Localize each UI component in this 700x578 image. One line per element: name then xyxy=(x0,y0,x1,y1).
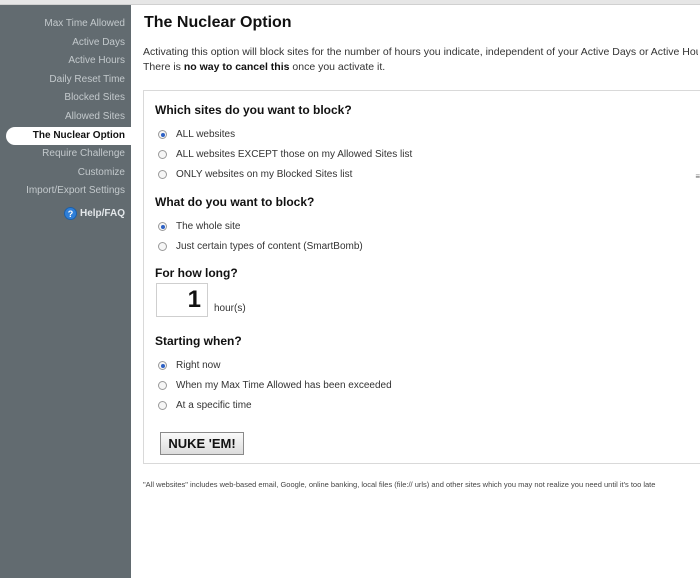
duration-heading: For how long? xyxy=(155,266,238,280)
sidebar-item-customize[interactable]: Customize xyxy=(0,164,131,183)
page-title: The Nuclear Option xyxy=(144,14,292,31)
option-label: ALL websites xyxy=(176,129,236,140)
help-faq-label: Help/FAQ xyxy=(79,208,125,220)
radio-smartbomb[interactable] xyxy=(158,242,167,251)
option-label: Right now xyxy=(176,360,221,371)
what-heading: What do you want to block? xyxy=(155,195,315,209)
help-faq-link[interactable]: ? Help/FAQ xyxy=(0,206,131,220)
settings-sidebar: Max Time Allowed Active Days Active Hour… xyxy=(0,5,131,578)
sidebar-item-allowed-sites[interactable]: Allowed Sites xyxy=(0,108,131,127)
scroll-grip-icon: ≡ xyxy=(695,172,700,181)
main-content: The Nuclear Option Activating this optio… xyxy=(131,5,700,578)
radio-whole-site[interactable] xyxy=(158,222,167,231)
intro-line-2-end: once you activate it. xyxy=(289,61,386,73)
intro-text: Activating this option will block sites … xyxy=(143,45,698,75)
sidebar-item-daily-reset-time[interactable]: Daily Reset Time xyxy=(0,71,131,90)
option-all-except-allowed[interactable]: ALL websites EXCEPT those on my Allowed … xyxy=(158,149,412,160)
option-label: The whole site xyxy=(176,221,241,232)
start-heading: Starting when? xyxy=(155,334,242,348)
option-right-now[interactable]: Right now xyxy=(158,360,220,371)
intro-line-1: Activating this option will block sites … xyxy=(143,46,698,58)
sidebar-item-nuclear-option[interactable]: The Nuclear Option xyxy=(6,126,131,146)
sidebar-item-active-hours[interactable]: Active Hours xyxy=(0,52,131,71)
sidebar-item-import-export-settings[interactable]: Import/Export Settings xyxy=(0,182,131,201)
option-whole-site[interactable]: The whole site xyxy=(158,221,240,232)
hours-unit-label: hour(s) xyxy=(214,303,246,314)
hours-input[interactable]: 1 xyxy=(156,283,208,317)
sites-heading: Which sites do you want to block? xyxy=(155,103,352,117)
sidebar-item-max-time-allowed[interactable]: Max Time Allowed xyxy=(0,15,131,34)
nuclear-option-form: Which sites do you want to block? ALL we… xyxy=(143,90,700,464)
help-icon: ? xyxy=(63,206,77,220)
option-only-blocked[interactable]: ONLY websites on my Blocked Sites list xyxy=(158,169,352,180)
intro-line-2: There is no way to cancel this once you … xyxy=(143,60,698,75)
radio-all-except-allowed[interactable] xyxy=(158,150,167,159)
sidebar-item-require-challenge[interactable]: Require Challenge xyxy=(0,145,131,164)
radio-right-now[interactable] xyxy=(158,361,167,370)
option-all-websites[interactable]: ALL websites xyxy=(158,129,235,140)
sidebar-item-active-days[interactable]: Active Days xyxy=(0,34,131,53)
option-after-max-time[interactable]: When my Max Time Allowed has been exceed… xyxy=(158,380,392,391)
option-specific-time[interactable]: At a specific time xyxy=(158,400,252,411)
nuke-em-button[interactable]: NUKE 'EM! xyxy=(160,432,244,455)
radio-all-websites[interactable] xyxy=(158,130,167,139)
option-label: When my Max Time Allowed has been exceed… xyxy=(176,380,392,391)
footnote: "All websites" includes web-based email,… xyxy=(143,480,656,489)
option-label: ALL websites EXCEPT those on my Allowed … xyxy=(176,149,413,160)
no-cancel-warning: no way to cancel this xyxy=(183,61,290,73)
option-label: ONLY websites on my Blocked Sites list xyxy=(176,169,353,180)
sidebar-item-blocked-sites[interactable]: Blocked Sites xyxy=(0,89,131,108)
radio-specific-time[interactable] xyxy=(158,401,167,410)
option-smartbomb[interactable]: Just certain types of content (SmartBomb… xyxy=(158,241,363,252)
radio-after-max-time[interactable] xyxy=(158,381,167,390)
radio-only-blocked[interactable] xyxy=(158,170,167,179)
settings-nav: Max Time Allowed Active Days Active Hour… xyxy=(0,5,131,201)
intro-line-2-start: There is xyxy=(143,61,184,73)
option-label: At a specific time xyxy=(176,400,252,411)
option-label: Just certain types of content (SmartBomb… xyxy=(176,241,363,252)
